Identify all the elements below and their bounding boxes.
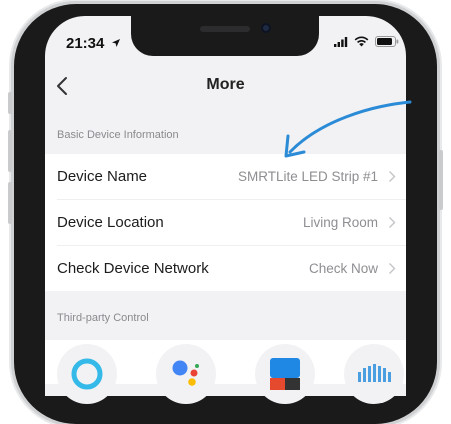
device-location-label: Device Location	[57, 214, 164, 231]
check-network-label: Check Device Network	[57, 260, 209, 277]
cellular-signal-icon	[334, 36, 348, 47]
status-time: 21:34	[66, 35, 121, 52]
third-party-icons-row	[45, 340, 406, 404]
device-info-list: Device Name SMRTLite LED Strip #1 Device…	[45, 154, 406, 291]
volume-down-button	[8, 182, 12, 224]
chevron-right-icon	[389, 263, 396, 274]
device-location-value: Living Room	[302, 215, 378, 230]
check-network-value: Check Now	[308, 261, 378, 276]
power-button	[439, 150, 443, 210]
page-title: More	[206, 76, 245, 93]
google-assistant-icon[interactable]	[156, 344, 216, 404]
status-icons	[334, 36, 399, 47]
speaker-grille	[200, 26, 250, 32]
row-check-network[interactable]: Check Device Network Check Now	[45, 246, 406, 291]
row-device-location[interactable]: Device Location Living Room	[45, 200, 406, 245]
chevron-right-icon	[389, 217, 396, 228]
wifi-icon	[354, 36, 369, 47]
smartthings-icon[interactable]	[255, 344, 315, 404]
notch	[131, 16, 319, 56]
ifttt-icon[interactable]	[344, 344, 404, 404]
section-header-third-party: Third-party Control	[57, 312, 149, 324]
chevron-right-icon	[389, 171, 396, 182]
volume-up-button	[8, 130, 12, 172]
mute-switch	[8, 92, 12, 114]
section-header-basic-info: Basic Device Information	[57, 129, 179, 141]
device-name-label: Device Name	[57, 168, 148, 185]
status-time-label: 21:34	[66, 35, 105, 52]
battery-icon	[375, 36, 399, 47]
front-camera	[261, 23, 271, 33]
location-arrow-icon	[111, 39, 120, 47]
device-name-value: SMRTLite LED Strip #1	[237, 169, 378, 184]
annotation-arrow-icon	[284, 100, 412, 158]
alexa-icon[interactable]	[57, 344, 117, 404]
